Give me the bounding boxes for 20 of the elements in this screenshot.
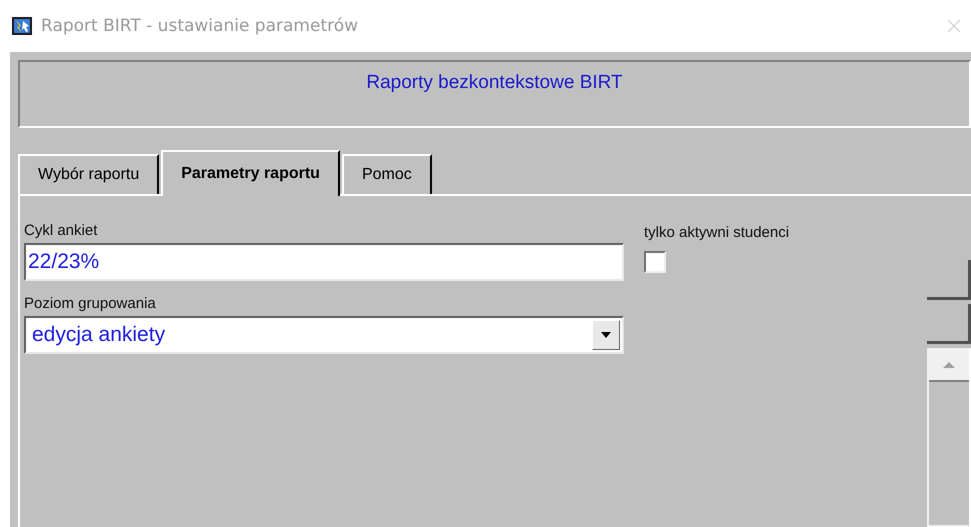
tab[interactable]: Wybór raportu (18, 154, 160, 194)
checkbox[interactable] (644, 251, 666, 273)
header-title: Raporty bezkontekstowe BIRT (366, 72, 623, 94)
up-arrow-icon (943, 362, 955, 368)
text-field[interactable]: 22/23% (24, 243, 624, 281)
caret-icon (601, 332, 611, 338)
field-label: Cykl ankiet (24, 222, 98, 239)
window-title: Raport BIRT - ustawianie parametrów (41, 16, 358, 36)
scrollbar[interactable] (927, 348, 971, 527)
dropdown-button[interactable] (592, 320, 620, 350)
dropdown-field[interactable]: edycja ankiety (24, 316, 624, 354)
side-button[interactable] (927, 260, 971, 300)
checkbox-label: tylko aktywni studenci (644, 224, 790, 241)
dropdown-value: edycja ankiety (32, 323, 166, 347)
app-icon (12, 16, 32, 36)
side-button[interactable] (927, 304, 971, 344)
scroll-up-button[interactable] (929, 350, 969, 382)
tab[interactable]: Pomoc (342, 154, 432, 194)
field-label: Poziom grupowania (24, 295, 156, 312)
tab[interactable]: Parametry raportu (161, 150, 340, 196)
